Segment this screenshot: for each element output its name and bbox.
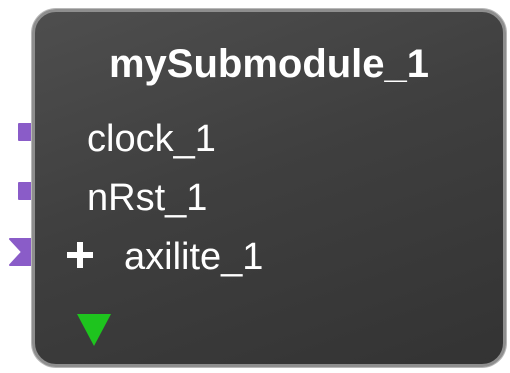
canvas: mySubmodule_1 clock_1 nRst_1 axilite_1 (0, 0, 510, 373)
port-label-clock: clock_1 (87, 118, 216, 160)
block-title: mySubmodule_1 (108, 42, 430, 86)
triangle-down-icon[interactable] (75, 312, 113, 348)
port-label-nrst: nRst_1 (87, 177, 208, 219)
submodule-block[interactable]: mySubmodule_1 clock_1 nRst_1 axilite_1 (32, 9, 506, 367)
port-label-axilite: axilite_1 (124, 236, 264, 278)
plus-icon[interactable] (65, 240, 95, 270)
